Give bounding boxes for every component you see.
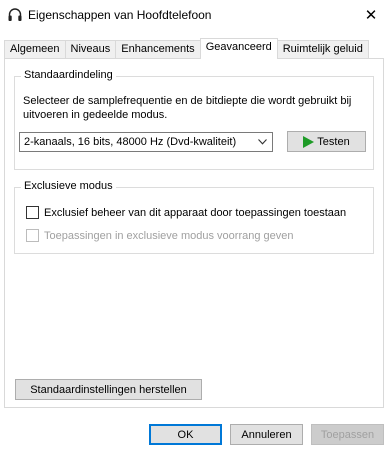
allow-exclusive-control-option[interactable]: Exclusief beheer van dit apparaat door t… [26, 206, 346, 219]
headphones-icon [7, 7, 23, 23]
chevron-down-icon [258, 139, 267, 145]
default-format-group: Standaardindeling Selecteer de samplefre… [14, 69, 374, 170]
tab-geavanceerd[interactable]: Geavanceerd [199, 38, 278, 59]
exclusive-priority-checkbox [26, 229, 39, 242]
allow-exclusive-control-checkbox[interactable] [26, 206, 39, 219]
play-icon [303, 135, 315, 148]
default-format-legend: Standaardindeling [21, 69, 116, 81]
window-title: Eigenschappen van Hoofdtelefoon [28, 8, 212, 22]
tab-panel: Standaardindeling Selecteer de samplefre… [4, 58, 384, 408]
close-button[interactable]: ✕ [354, 0, 388, 30]
exclusive-priority-label: Toepassingen in exclusieve modus voorran… [44, 229, 294, 242]
test-button-label: Testen [317, 135, 350, 148]
tab-ruimtelijk-geluid[interactable]: Ruimtelijk geluid [276, 40, 369, 59]
tab-enhancements[interactable]: Enhancements [115, 40, 201, 59]
format-select-value: 2-kanaals, 16 bits, 48000 Hz (Dvd-kwalit… [24, 136, 237, 148]
ok-button[interactable]: OK [149, 424, 222, 445]
exclusive-priority-option: Toepassingen in exclusieve modus voorran… [26, 229, 294, 242]
exclusive-mode-legend: Exclusieve modus [21, 180, 116, 192]
format-select[interactable]: 2-kanaals, 16 bits, 48000 Hz (Dvd-kwalit… [19, 132, 273, 152]
apply-button: Toepassen [311, 424, 384, 445]
default-format-description: Selecteer de samplefrequentie en de bitd… [23, 95, 352, 121]
title-bar: Eigenschappen van Hoofdtelefoon ✕ [0, 0, 388, 30]
tab-algemeen[interactable]: Algemeen [4, 40, 66, 59]
allow-exclusive-control-label: Exclusief beheer van dit apparaat door t… [44, 206, 347, 219]
tab-strip: Algemeen Niveaus Enhancements Geavanceer… [4, 38, 369, 59]
test-button[interactable]: Testen [287, 131, 366, 152]
properties-window: Eigenschappen van Hoofdtelefoon ✕ Algeme… [0, 0, 388, 449]
tab-niveaus[interactable]: Niveaus [64, 40, 117, 59]
exclusive-mode-group: Exclusieve modus Exclusief beheer van di… [14, 180, 374, 254]
restore-defaults-button[interactable]: Standaardinstellingen herstellen [15, 379, 202, 400]
cancel-button[interactable]: Annuleren [230, 424, 303, 445]
close-icon: ✕ [364, 6, 378, 24]
